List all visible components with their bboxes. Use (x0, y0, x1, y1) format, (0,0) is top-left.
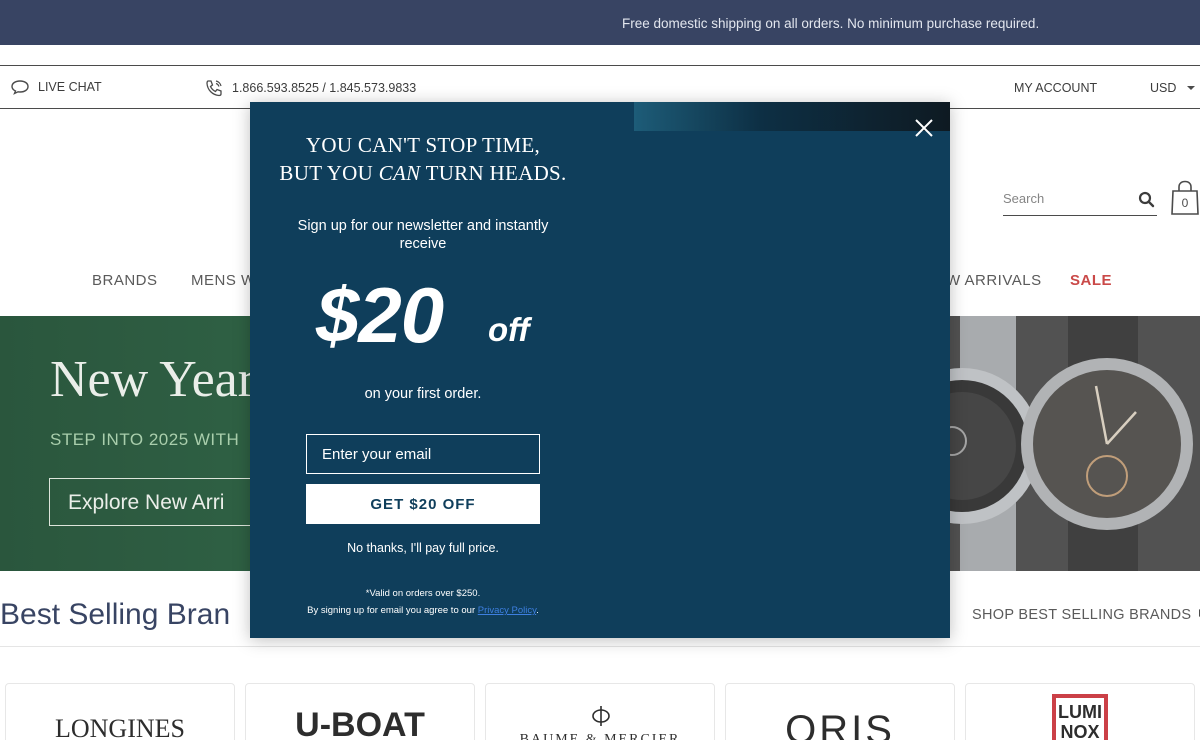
discount-off: off (488, 311, 530, 348)
newsletter-modal: YOU CAN'T STOP TIME, BUT YOU CAN TURN HE… (250, 102, 950, 638)
fine-print-consent: By signing up for email you agree to our… (250, 605, 596, 616)
headline-2-post: TURN HEADS. (420, 161, 567, 185)
privacy-policy-link[interactable]: Privacy Policy (478, 605, 536, 616)
headline-2-emphasis: CAN (378, 161, 421, 185)
no-thanks-link[interactable]: No thanks, I'll pay full price. (250, 541, 596, 555)
discount-amount: $20 (316, 271, 444, 359)
modal-photo (634, 102, 950, 131)
fine-print-consent-text: By signing up for email you agree to our (307, 605, 478, 616)
headline-2-pre: BUT YOU (279, 161, 379, 185)
fine-print-consent-end: . (536, 605, 539, 616)
first-order-text: on your first order. (364, 386, 482, 402)
close-icon[interactable] (912, 116, 936, 140)
fine-print-valid: *Valid on orders over $250. (365, 588, 481, 599)
get-discount-button[interactable]: GET $20 OFF (306, 484, 540, 524)
email-field[interactable] (306, 434, 540, 474)
modal-lead-text: Sign up for our newsletter and instantly… (297, 218, 549, 252)
modal-headline-2: BUT YOU CAN TURN HEADS. (250, 161, 596, 186)
modal-headline-1: YOU CAN'T STOP TIME, (305, 133, 541, 157)
